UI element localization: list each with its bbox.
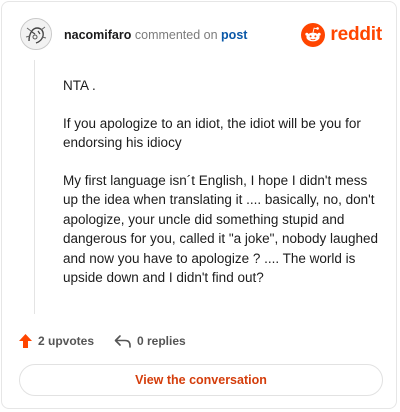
upvote-button[interactable]: 2 upvotes — [18, 330, 94, 352]
comment-footer: 2 upvotes 0 replies — [2, 330, 396, 352]
comment-paragraph: My first language isn´t English, I hope … — [63, 172, 379, 286]
username-link[interactable]: nacomifaro — [64, 28, 131, 42]
avatar-image — [21, 19, 51, 49]
upvotes-count: 2 upvotes — [38, 334, 95, 348]
comment-paragraph: If you apologize to an idiot, the idiot … — [63, 115, 361, 151]
comment-body: NTA . If you apologize to an idiot, the … — [63, 76, 381, 306]
reply-arrow-icon — [114, 335, 131, 348]
comment-header: nacomifaro commented on post reddit — [2, 2, 396, 66]
comment-embed-card: nacomifaro commented on post reddit NTA … — [1, 1, 397, 409]
comment-paragraph: NTA . — [63, 78, 96, 93]
replies-button[interactable]: 0 replies — [114, 330, 186, 352]
reddit-snoo-icon — [301, 23, 326, 47]
post-link[interactable]: post — [221, 28, 247, 42]
view-conversation-button[interactable]: View the conversation — [19, 364, 383, 396]
replies-count: 0 replies — [137, 334, 186, 348]
avatar[interactable] — [20, 18, 52, 50]
brand-wordmark: reddit — [330, 24, 382, 45]
thread-line — [34, 60, 35, 314]
reddit-brand-link[interactable]: reddit — [301, 22, 382, 48]
upvote-arrow-icon — [19, 334, 32, 348]
action-text: commented on — [134, 28, 218, 42]
byline: nacomifaro commented on post — [64, 27, 247, 43]
